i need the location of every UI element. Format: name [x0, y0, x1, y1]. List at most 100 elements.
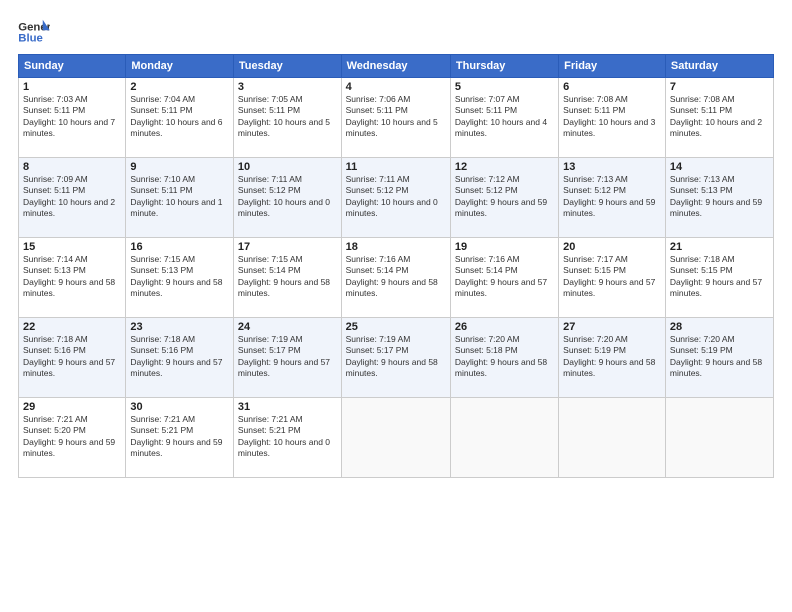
- day-info: Sunrise: 7:07 AMSunset: 5:11 PMDaylight:…: [455, 94, 554, 140]
- day-number: 28: [670, 321, 769, 333]
- calendar-cell: 9Sunrise: 7:10 AMSunset: 5:11 PMDaylight…: [126, 158, 234, 238]
- weekday-header: Saturday: [665, 55, 773, 78]
- weekday-header: Sunday: [19, 55, 126, 78]
- calendar-cell: 5Sunrise: 7:07 AMSunset: 5:11 PMDaylight…: [450, 78, 558, 158]
- day-number: 20: [563, 241, 661, 253]
- day-info: Sunrise: 7:16 AMSunset: 5:14 PMDaylight:…: [455, 254, 554, 300]
- calendar-week-row: 8Sunrise: 7:09 AMSunset: 5:11 PMDaylight…: [19, 158, 774, 238]
- day-number: 25: [346, 321, 446, 333]
- weekday-header: Wednesday: [341, 55, 450, 78]
- day-info: Sunrise: 7:12 AMSunset: 5:12 PMDaylight:…: [455, 174, 554, 220]
- calendar-cell: [450, 398, 558, 478]
- day-number: 6: [563, 81, 661, 93]
- calendar-cell: [665, 398, 773, 478]
- day-number: 15: [23, 241, 121, 253]
- calendar-cell: 21Sunrise: 7:18 AMSunset: 5:15 PMDayligh…: [665, 238, 773, 318]
- day-info: Sunrise: 7:20 AMSunset: 5:19 PMDaylight:…: [563, 334, 661, 380]
- day-info: Sunrise: 7:10 AMSunset: 5:11 PMDaylight:…: [130, 174, 229, 220]
- day-number: 4: [346, 81, 446, 93]
- day-info: Sunrise: 7:13 AMSunset: 5:12 PMDaylight:…: [563, 174, 661, 220]
- day-info: Sunrise: 7:04 AMSunset: 5:11 PMDaylight:…: [130, 94, 229, 140]
- calendar-cell: 26Sunrise: 7:20 AMSunset: 5:18 PMDayligh…: [450, 318, 558, 398]
- day-info: Sunrise: 7:21 AMSunset: 5:21 PMDaylight:…: [130, 414, 229, 460]
- day-info: Sunrise: 7:21 AMSunset: 5:21 PMDaylight:…: [238, 414, 337, 460]
- day-number: 24: [238, 321, 337, 333]
- calendar-cell: 17Sunrise: 7:15 AMSunset: 5:14 PMDayligh…: [233, 238, 341, 318]
- day-number: 23: [130, 321, 229, 333]
- day-info: Sunrise: 7:11 AMSunset: 5:12 PMDaylight:…: [238, 174, 337, 220]
- weekday-header: Thursday: [450, 55, 558, 78]
- day-number: 27: [563, 321, 661, 333]
- logo-icon: General Blue: [18, 18, 50, 46]
- day-number: 2: [130, 81, 229, 93]
- day-number: 22: [23, 321, 121, 333]
- calendar-header-row: SundayMondayTuesdayWednesdayThursdayFrid…: [19, 55, 774, 78]
- day-number: 7: [670, 81, 769, 93]
- day-number: 14: [670, 161, 769, 173]
- day-info: Sunrise: 7:03 AMSunset: 5:11 PMDaylight:…: [23, 94, 121, 140]
- day-number: 31: [238, 401, 337, 413]
- calendar-cell: 16Sunrise: 7:15 AMSunset: 5:13 PMDayligh…: [126, 238, 234, 318]
- calendar-cell: 31Sunrise: 7:21 AMSunset: 5:21 PMDayligh…: [233, 398, 341, 478]
- day-number: 26: [455, 321, 554, 333]
- page: General Blue SundayMondayTuesdayWednesda…: [0, 0, 792, 612]
- calendar-cell: 23Sunrise: 7:18 AMSunset: 5:16 PMDayligh…: [126, 318, 234, 398]
- day-number: 13: [563, 161, 661, 173]
- day-number: 19: [455, 241, 554, 253]
- weekday-header: Friday: [559, 55, 666, 78]
- day-info: Sunrise: 7:15 AMSunset: 5:13 PMDaylight:…: [130, 254, 229, 300]
- calendar-cell: [559, 398, 666, 478]
- calendar-cell: 25Sunrise: 7:19 AMSunset: 5:17 PMDayligh…: [341, 318, 450, 398]
- day-info: Sunrise: 7:09 AMSunset: 5:11 PMDaylight:…: [23, 174, 121, 220]
- day-number: 11: [346, 161, 446, 173]
- day-info: Sunrise: 7:18 AMSunset: 5:15 PMDaylight:…: [670, 254, 769, 300]
- calendar-cell: 7Sunrise: 7:08 AMSunset: 5:11 PMDaylight…: [665, 78, 773, 158]
- weekday-header: Tuesday: [233, 55, 341, 78]
- day-number: 10: [238, 161, 337, 173]
- calendar-cell: 15Sunrise: 7:14 AMSunset: 5:13 PMDayligh…: [19, 238, 126, 318]
- day-info: Sunrise: 7:08 AMSunset: 5:11 PMDaylight:…: [563, 94, 661, 140]
- calendar-cell: 1Sunrise: 7:03 AMSunset: 5:11 PMDaylight…: [19, 78, 126, 158]
- calendar-cell: 3Sunrise: 7:05 AMSunset: 5:11 PMDaylight…: [233, 78, 341, 158]
- day-info: Sunrise: 7:18 AMSunset: 5:16 PMDaylight:…: [130, 334, 229, 380]
- day-info: Sunrise: 7:05 AMSunset: 5:11 PMDaylight:…: [238, 94, 337, 140]
- day-number: 5: [455, 81, 554, 93]
- day-number: 1: [23, 81, 121, 93]
- day-number: 16: [130, 241, 229, 253]
- day-info: Sunrise: 7:13 AMSunset: 5:13 PMDaylight:…: [670, 174, 769, 220]
- calendar-cell: 13Sunrise: 7:13 AMSunset: 5:12 PMDayligh…: [559, 158, 666, 238]
- calendar-cell: 10Sunrise: 7:11 AMSunset: 5:12 PMDayligh…: [233, 158, 341, 238]
- header: General Blue: [18, 18, 774, 46]
- calendar-cell: 4Sunrise: 7:06 AMSunset: 5:11 PMDaylight…: [341, 78, 450, 158]
- day-info: Sunrise: 7:08 AMSunset: 5:11 PMDaylight:…: [670, 94, 769, 140]
- day-number: 18: [346, 241, 446, 253]
- day-info: Sunrise: 7:20 AMSunset: 5:18 PMDaylight:…: [455, 334, 554, 380]
- calendar-cell: 6Sunrise: 7:08 AMSunset: 5:11 PMDaylight…: [559, 78, 666, 158]
- calendar-table: SundayMondayTuesdayWednesdayThursdayFrid…: [18, 54, 774, 478]
- day-number: 29: [23, 401, 121, 413]
- calendar-cell: 22Sunrise: 7:18 AMSunset: 5:16 PMDayligh…: [19, 318, 126, 398]
- calendar-cell: 11Sunrise: 7:11 AMSunset: 5:12 PMDayligh…: [341, 158, 450, 238]
- calendar-cell: [341, 398, 450, 478]
- calendar-cell: 2Sunrise: 7:04 AMSunset: 5:11 PMDaylight…: [126, 78, 234, 158]
- day-info: Sunrise: 7:21 AMSunset: 5:20 PMDaylight:…: [23, 414, 121, 460]
- day-number: 9: [130, 161, 229, 173]
- calendar-cell: 14Sunrise: 7:13 AMSunset: 5:13 PMDayligh…: [665, 158, 773, 238]
- calendar-week-row: 29Sunrise: 7:21 AMSunset: 5:20 PMDayligh…: [19, 398, 774, 478]
- calendar-cell: 19Sunrise: 7:16 AMSunset: 5:14 PMDayligh…: [450, 238, 558, 318]
- calendar-cell: 12Sunrise: 7:12 AMSunset: 5:12 PMDayligh…: [450, 158, 558, 238]
- calendar-cell: 29Sunrise: 7:21 AMSunset: 5:20 PMDayligh…: [19, 398, 126, 478]
- calendar-week-row: 15Sunrise: 7:14 AMSunset: 5:13 PMDayligh…: [19, 238, 774, 318]
- day-info: Sunrise: 7:19 AMSunset: 5:17 PMDaylight:…: [238, 334, 337, 380]
- calendar-week-row: 22 Sunrise: 7:18 AMSunset: 5:16 PMDayligh…: [19, 318, 774, 398]
- day-number: 8: [23, 161, 121, 173]
- day-info: Sunrise: 7:16 AMSunset: 5:14 PMDaylight:…: [346, 254, 446, 300]
- day-number: 12: [455, 161, 554, 173]
- calendar-cell: 18Sunrise: 7:16 AMSunset: 5:14 PMDayligh…: [341, 238, 450, 318]
- day-info: Sunrise: 7:06 AMSunset: 5:11 PMDaylight:…: [346, 94, 446, 140]
- day-info: Sunrise: 7:17 AMSunset: 5:15 PMDaylight:…: [563, 254, 661, 300]
- day-info: Sunrise: 7:11 AMSunset: 5:12 PMDaylight:…: [346, 174, 446, 220]
- day-number: 17: [238, 241, 337, 253]
- day-info: Sunrise: 7:19 AMSunset: 5:17 PMDaylight:…: [346, 334, 446, 380]
- calendar-body: 1Sunrise: 7:03 AMSunset: 5:11 PMDaylight…: [19, 78, 774, 478]
